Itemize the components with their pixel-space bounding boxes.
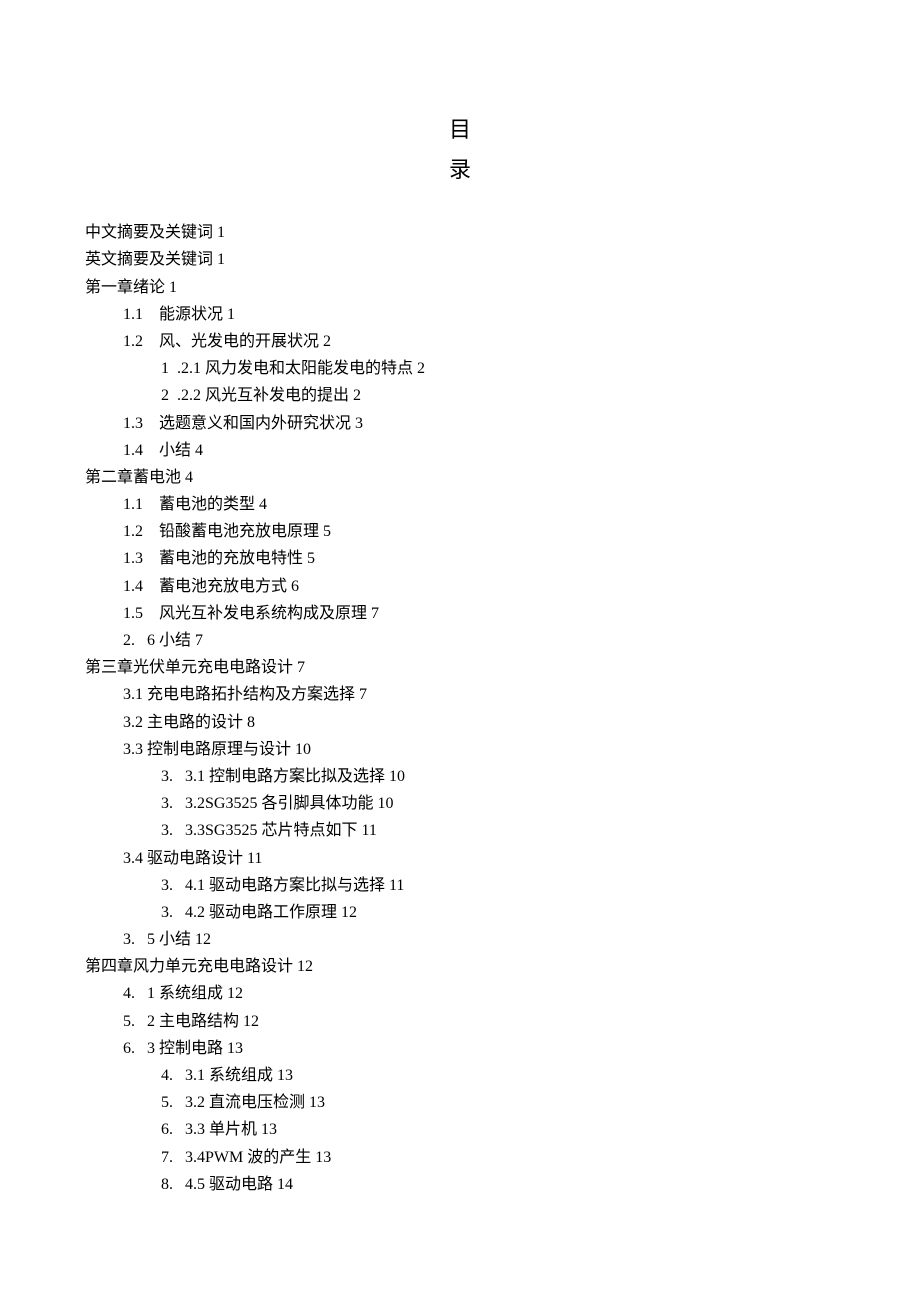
- toc-entry: 6. 3 控制电路 13: [85, 1035, 835, 1062]
- toc-entry: 8. 4.5 驱动电路 14: [85, 1171, 835, 1198]
- toc-entry: 第二章蓄电池 4: [85, 464, 835, 491]
- toc-entry: 1.1 能源状况 1: [85, 301, 835, 328]
- table-of-contents: 中文摘要及关键词 1英文摘要及关键词 1第一章绪论 11.1 能源状况 11.2…: [85, 219, 835, 1198]
- toc-entry: 1.1 蓄电池的类型 4: [85, 491, 835, 518]
- toc-entry: 第四章风力单元充电电路设计 12: [85, 953, 835, 980]
- toc-entry: 1 .2.1 风力发电和太阳能发电的特点 2: [85, 355, 835, 382]
- toc-entry: 4. 1 系统组成 12: [85, 980, 835, 1007]
- toc-entry: 中文摘要及关键词 1: [85, 219, 835, 246]
- toc-entry: 3.1 充电电路拓扑结构及方案选择 7: [85, 681, 835, 708]
- toc-entry: 4. 3.1 系统组成 13: [85, 1062, 835, 1089]
- toc-entry: 3.2 主电路的设计 8: [85, 709, 835, 736]
- toc-entry: 5. 3.2 直流电压检测 13: [85, 1089, 835, 1116]
- title-char-2: 录: [85, 150, 835, 190]
- toc-entry: 3. 5 小结 12: [85, 926, 835, 953]
- toc-entry: 3. 4.2 驱动电路工作原理 12: [85, 899, 835, 926]
- toc-entry: 1.4 小结 4: [85, 437, 835, 464]
- document-title: 目 录: [85, 110, 835, 189]
- toc-entry: 7. 3.4PWM 波的产生 13: [85, 1144, 835, 1171]
- toc-entry: 5. 2 主电路结构 12: [85, 1008, 835, 1035]
- toc-entry: 2 .2.2 风光互补发电的提出 2: [85, 382, 835, 409]
- toc-entry: 3.3 控制电路原理与设计 10: [85, 736, 835, 763]
- toc-entry: 1.3 选题意义和国内外研究状况 3: [85, 410, 835, 437]
- toc-entry: 6. 3.3 单片机 13: [85, 1116, 835, 1143]
- toc-entry: 3. 3.3SG3525 芯片特点如下 11: [85, 817, 835, 844]
- toc-entry: 1.2 风、光发电的开展状况 2: [85, 328, 835, 355]
- toc-entry: 3. 3.2SG3525 各引脚具体功能 10: [85, 790, 835, 817]
- toc-entry: 1.3 蓄电池的充放电特性 5: [85, 545, 835, 572]
- toc-entry: 2. 6 小结 7: [85, 627, 835, 654]
- toc-entry: 3. 3.1 控制电路方案比拟及选择 10: [85, 763, 835, 790]
- toc-entry: 1.4 蓄电池充放电方式 6: [85, 573, 835, 600]
- toc-entry: 第一章绪论 1: [85, 274, 835, 301]
- toc-entry: 1.2 铅酸蓄电池充放电原理 5: [85, 518, 835, 545]
- toc-entry: 1.5 风光互补发电系统构成及原理 7: [85, 600, 835, 627]
- toc-entry: 第三章光伏单元充电电路设计 7: [85, 654, 835, 681]
- toc-entry: 3. 4.1 驱动电路方案比拟与选择 11: [85, 872, 835, 899]
- toc-entry: 3.4 驱动电路设计 11: [85, 845, 835, 872]
- title-char-1: 目: [85, 110, 835, 150]
- toc-entry: 英文摘要及关键词 1: [85, 246, 835, 273]
